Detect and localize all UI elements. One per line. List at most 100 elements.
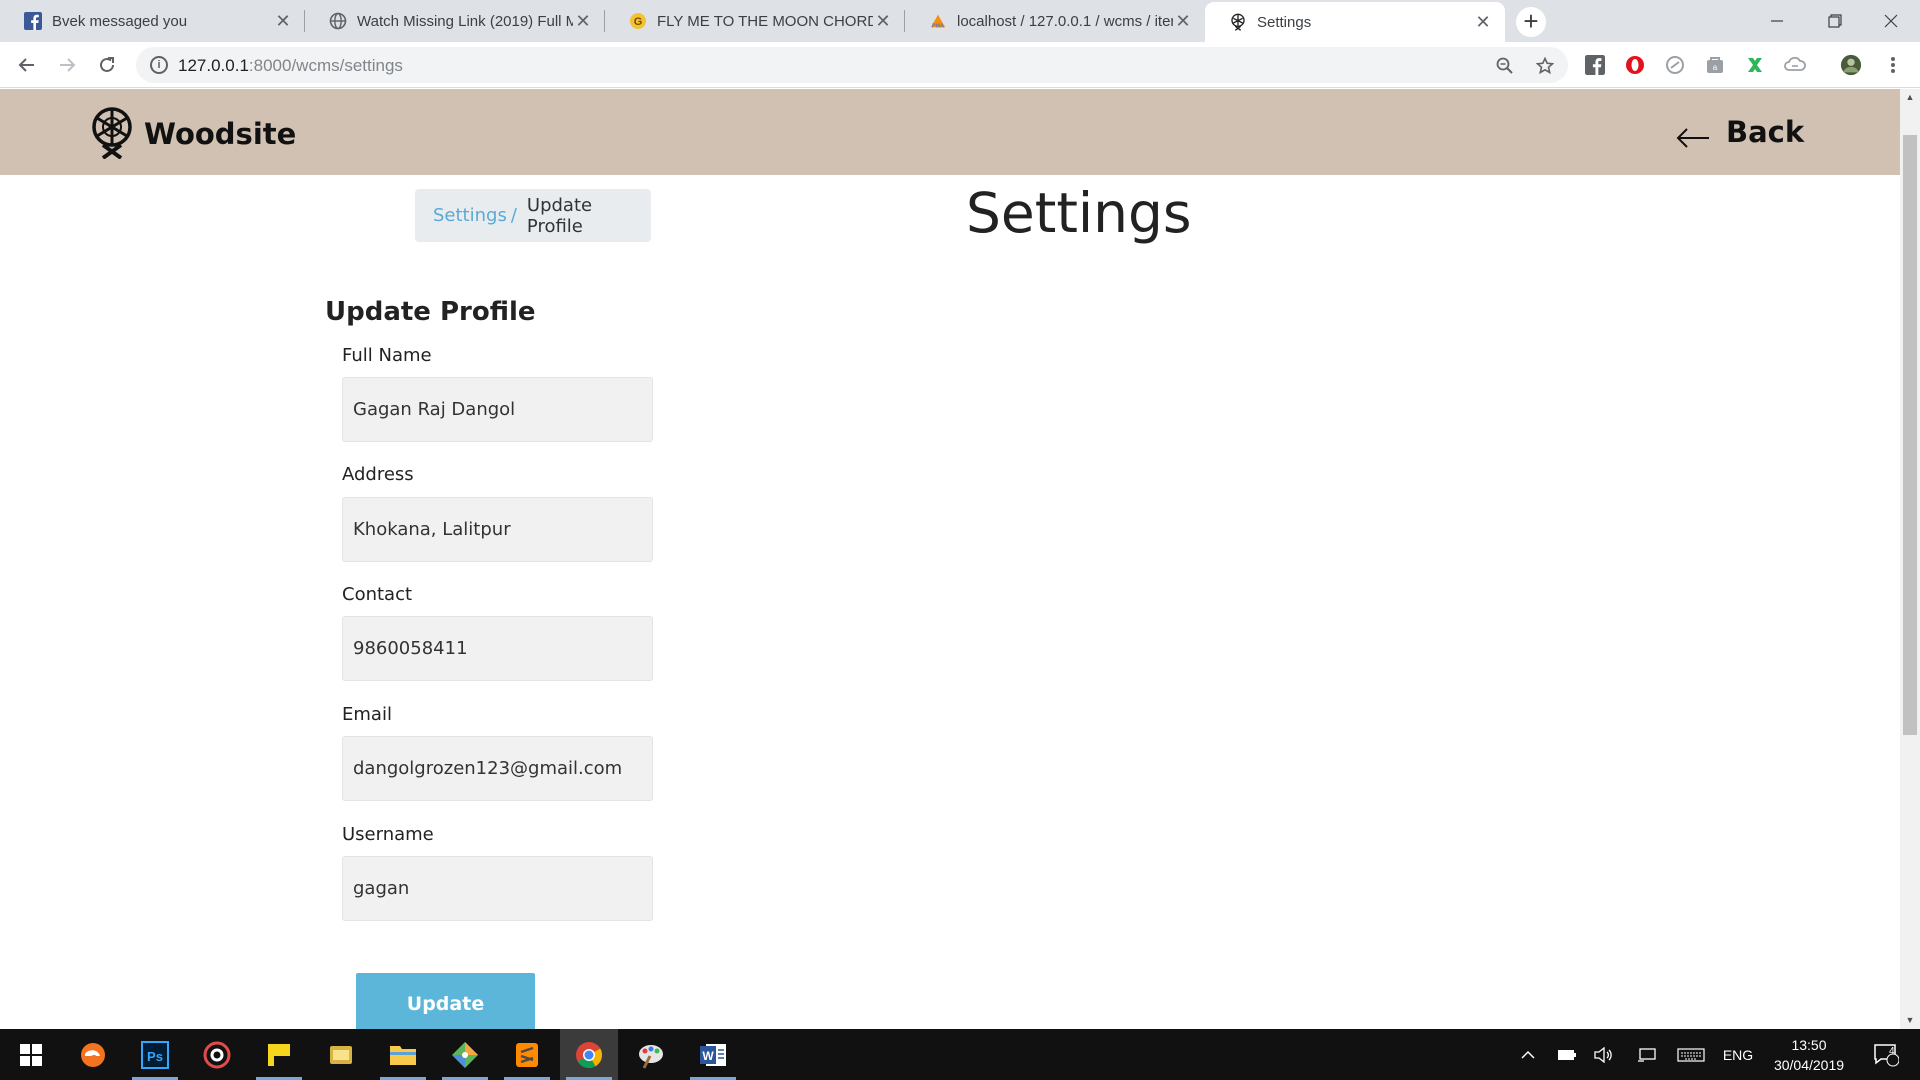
- svg-text:PMA: PMA: [932, 23, 944, 29]
- reload-icon[interactable]: [92, 50, 122, 80]
- contact-field[interactable]: [342, 616, 653, 681]
- photoshop-icon[interactable]: Ps: [126, 1029, 184, 1080]
- contact-label: Contact: [342, 584, 413, 605]
- username-field[interactable]: [342, 856, 653, 921]
- chrome-menu-icon[interactable]: [1882, 54, 1904, 76]
- site-header: Woodsite Back: [0, 89, 1900, 175]
- email-label: Email: [342, 704, 392, 725]
- facebook-extension-icon[interactable]: [1584, 54, 1606, 76]
- tray-overflow-chevron-icon[interactable]: [1516, 1029, 1540, 1080]
- url-host: 127.0.0.1: [178, 56, 249, 75]
- woodsite-favicon: [1229, 13, 1247, 31]
- windows-start-icon[interactable]: [2, 1029, 60, 1080]
- phpmyadmin-icon: PMA: [929, 12, 947, 30]
- opera-extension-icon[interactable]: [1624, 54, 1646, 76]
- facebook-icon: [24, 12, 42, 30]
- network-icon[interactable]: [1634, 1029, 1660, 1080]
- close-tab-icon[interactable]: ✕: [873, 11, 893, 32]
- paint-icon[interactable]: [622, 1029, 680, 1080]
- tab-facebook[interactable]: Bvek messaged you ✕: [0, 0, 305, 42]
- brand-name[interactable]: Woodsite: [144, 117, 296, 151]
- svg-text:a: a: [1713, 63, 1718, 72]
- url-text: 127.0.0.1:8000/wcms/settings: [178, 56, 403, 76]
- close-tab-icon[interactable]: ✕: [1473, 12, 1493, 33]
- woodsite-logo-icon[interactable]: [88, 105, 136, 159]
- address-field[interactable]: [342, 497, 653, 562]
- browser-toolbar: i 127.0.0.1:8000/wcms/settings a: [0, 42, 1920, 88]
- battery-icon[interactable]: [1554, 1029, 1580, 1080]
- breadcrumb: Settings / Update Profile: [415, 189, 651, 242]
- clock-date: 30/04/2019: [1773, 1057, 1845, 1073]
- close-window-icon[interactable]: [1862, 0, 1920, 42]
- scroll-down-arrow-icon[interactable]: ▼: [1900, 1012, 1920, 1029]
- email-field[interactable]: [342, 736, 653, 801]
- screenshot-tool-icon[interactable]: [188, 1029, 246, 1080]
- address-label: Address: [342, 464, 414, 485]
- volume-icon[interactable]: [1590, 1029, 1616, 1080]
- bookmark-star-icon[interactable]: [1534, 55, 1556, 77]
- browser-tab-strip: Bvek messaged you ✕ Watch Missing Link (…: [0, 0, 1920, 42]
- form-title: Update Profile: [325, 297, 536, 327]
- back-label: Back: [1726, 115, 1805, 149]
- chrome-icon[interactable]: [560, 1029, 618, 1080]
- word-icon[interactable]: W: [684, 1029, 742, 1080]
- taskbar-clock[interactable]: 13:50 30/04/2019: [1764, 1035, 1854, 1075]
- tab-title: localhost / 127.0.0.1 / wcms / iter: [957, 12, 1173, 30]
- close-tab-icon[interactable]: ✕: [1173, 11, 1193, 32]
- windows-taskbar: Ps W ENG 13:50 30/04/2019 4: [0, 1029, 1920, 1080]
- svg-text:W: W: [702, 1049, 714, 1063]
- tab-title: Settings: [1257, 13, 1312, 31]
- zoom-icon[interactable]: [1494, 55, 1516, 77]
- tab-phpmyadmin[interactable]: PMA localhost / 127.0.0.1 / wcms / iter …: [905, 0, 1205, 42]
- chords-site-icon: G: [629, 12, 647, 30]
- update-button[interactable]: Update: [356, 973, 535, 1029]
- minimize-window-icon[interactable]: [1748, 0, 1806, 42]
- breadcrumb-settings-link[interactable]: Settings: [433, 205, 507, 226]
- page-title: Settings: [966, 181, 1192, 245]
- input-language[interactable]: ENG: [1718, 1029, 1758, 1080]
- profile-avatar[interactable]: [1840, 54, 1862, 76]
- action-center-icon[interactable]: 4: [1866, 1029, 1906, 1080]
- tab-title: FLY ME TO THE MOON CHORDS: [657, 12, 873, 30]
- git-tool-icon[interactable]: [436, 1029, 494, 1080]
- full-name-field[interactable]: [342, 377, 653, 442]
- scroll-up-arrow-icon[interactable]: ▲: [1900, 89, 1920, 106]
- address-bar[interactable]: i 127.0.0.1:8000/wcms/settings: [136, 47, 1568, 83]
- notes-app-icon[interactable]: [312, 1029, 370, 1080]
- green-extension-icon[interactable]: [1744, 54, 1766, 76]
- svg-text:Ps: Ps: [147, 1049, 163, 1064]
- globe-icon: [329, 12, 347, 30]
- tab-missing-link[interactable]: Watch Missing Link (2019) Full M ✕: [305, 0, 605, 42]
- keyboard-icon[interactable]: [1674, 1029, 1708, 1080]
- breadcrumb-current: Update Profile: [526, 194, 593, 237]
- tab-title: Bvek messaged you: [52, 12, 188, 30]
- file-explorer-icon[interactable]: [374, 1029, 432, 1080]
- username-label: Username: [342, 824, 434, 845]
- cloud-extension-icon[interactable]: [1784, 54, 1806, 76]
- forward-arrow-icon[interactable]: [52, 50, 82, 80]
- tab-chords[interactable]: G FLY ME TO THE MOON CHORDS ✕: [605, 0, 905, 42]
- svg-text:G: G: [634, 16, 643, 28]
- scrollbar-thumb[interactable]: [1903, 135, 1917, 735]
- back-link[interactable]: Back: [1676, 115, 1804, 149]
- back-arrow-icon[interactable]: [12, 50, 42, 80]
- breadcrumb-separator: /: [510, 205, 517, 226]
- clock-time: 13:50: [1791, 1037, 1827, 1053]
- page-viewport: Woodsite Back Settings / Update Profile …: [0, 89, 1920, 1029]
- site-info-icon[interactable]: i: [150, 56, 168, 74]
- notification-count: 4: [1889, 1046, 1895, 1057]
- new-tab-button[interactable]: +: [1516, 7, 1546, 37]
- close-tab-icon[interactable]: ✕: [573, 11, 593, 32]
- tab-settings[interactable]: Settings ✕: [1205, 2, 1505, 42]
- edge-icon[interactable]: [64, 1029, 122, 1080]
- left-arrow-icon: [1676, 128, 1709, 148]
- clock-extension-icon[interactable]: [1664, 54, 1686, 76]
- sublime-text-icon[interactable]: [498, 1029, 556, 1080]
- restore-window-icon[interactable]: [1806, 0, 1864, 42]
- page-scrollbar[interactable]: ▲ ▼: [1900, 89, 1920, 1029]
- amazon-extension-icon[interactable]: a: [1704, 54, 1726, 76]
- close-tab-icon[interactable]: ✕: [273, 11, 293, 32]
- sticky-notes-icon[interactable]: [250, 1029, 308, 1080]
- url-path: :8000/wcms/settings: [248, 56, 403, 75]
- full-name-label: Full Name: [342, 345, 432, 366]
